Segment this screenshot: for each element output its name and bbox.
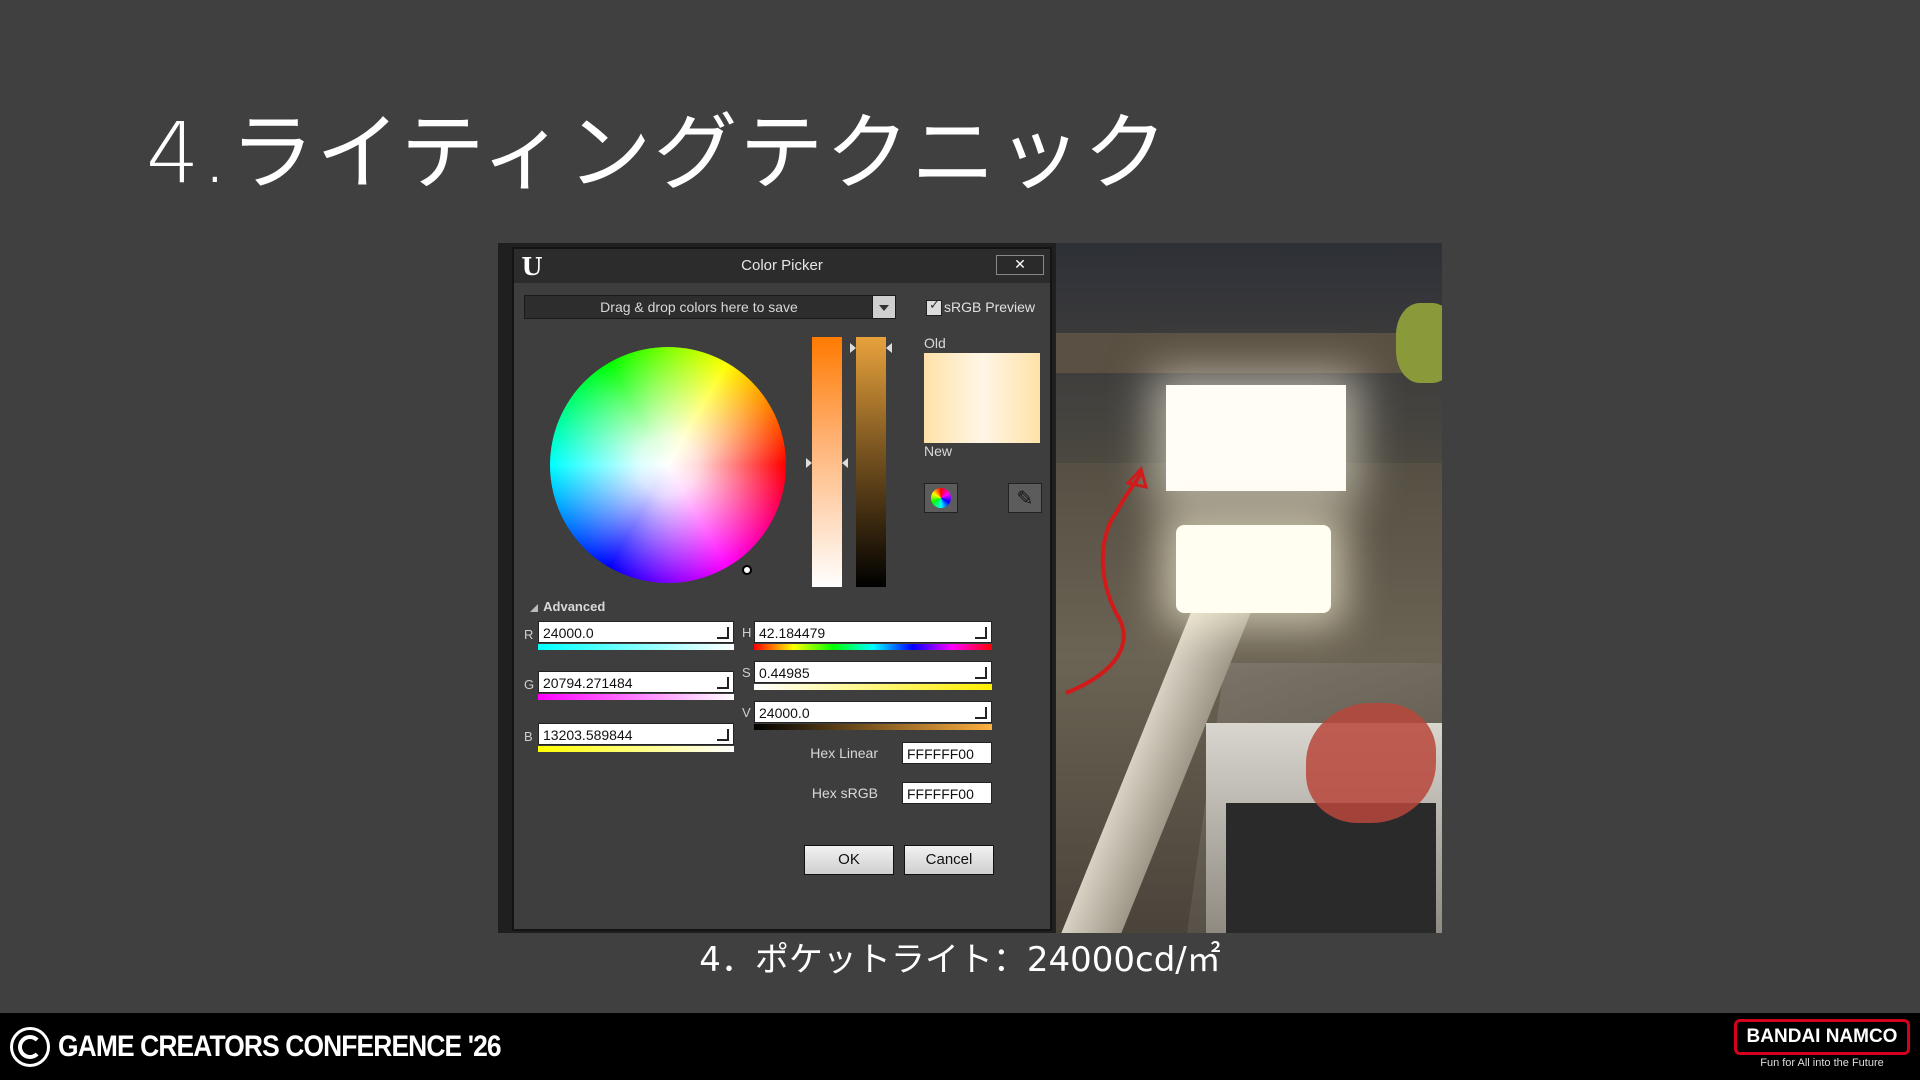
color-wheel[interactable] [550, 347, 786, 583]
s-channel-input[interactable]: 0.44985 [754, 661, 992, 683]
expand-icon[interactable] [717, 627, 729, 639]
b-channel-input[interactable]: 13203.589844 [538, 723, 734, 745]
saturation-slider[interactable] [812, 337, 842, 587]
checkbox-icon: ✓ [929, 298, 940, 313]
srgb-preview-checkbox[interactable]: ✓ [926, 298, 942, 316]
hex-srgb-label: Hex sRGB [811, 785, 878, 801]
color-wheel-icon [931, 488, 951, 508]
g-channel-value: 20794.271484 [543, 675, 633, 691]
eyedropper-icon: ✎ [1016, 486, 1034, 510]
b-channel-label: B [524, 729, 533, 744]
red-annotation-arrow [1065, 466, 1149, 695]
advanced-section-toggle[interactable]: Advanced [528, 599, 605, 614]
eyedropper-button[interactable]: ✎ [1008, 483, 1042, 513]
g-channel-input[interactable]: 20794.271484 [538, 671, 734, 693]
ok-button[interactable]: OK [804, 845, 894, 875]
h-channel-label: H [742, 625, 752, 640]
s-channel-value: 0.44985 [759, 665, 810, 681]
window-title: Color Picker [741, 257, 823, 274]
saturation-slider-handle[interactable] [806, 458, 812, 468]
brand-name: BANDAI NAMCO [1746, 1026, 1898, 1047]
hex-srgb-input[interactable]: FFFFFF00 [902, 782, 992, 804]
old-new-color-swatch [924, 353, 1040, 443]
value-slider-handle[interactable] [850, 343, 856, 353]
hex-linear-label: Hex Linear [810, 745, 878, 761]
pocket-light-photo [1056, 243, 1442, 933]
expand-icon[interactable] [717, 729, 729, 741]
hex-linear-input[interactable]: FFFFFF00 [902, 742, 992, 764]
r-channel-value: 24000.0 [543, 625, 594, 641]
g-channel-label: G [524, 677, 535, 692]
b-channel-value: 13203.589844 [543, 727, 633, 743]
slide-title: 4.ライティングテクニック [146, 104, 1170, 202]
h-channel-gradient[interactable] [754, 644, 992, 650]
chevron-down-icon [879, 305, 889, 311]
v-channel-label: V [742, 705, 751, 720]
brand-tagline: Fun for All into the Future [1760, 1057, 1884, 1069]
photo-pc-front [1226, 803, 1436, 933]
value-slider-handle-right[interactable] [886, 343, 892, 353]
v-channel-input[interactable]: 24000.0 [754, 701, 992, 723]
s-channel-gradient[interactable] [754, 684, 992, 690]
saturation-slider-handle-right[interactable] [842, 458, 848, 468]
conference-logo-icon [10, 1027, 50, 1067]
color-wheel-mode-button[interactable] [924, 483, 958, 513]
color-wheel-selector[interactable] [742, 565, 752, 575]
cancel-button[interactable]: Cancel [904, 845, 994, 875]
photo-mousepad [1306, 703, 1436, 823]
advanced-label: Advanced [543, 599, 606, 614]
close-icon[interactable]: ✕ [996, 255, 1044, 275]
r-channel-input[interactable]: 24000.0 [538, 621, 734, 643]
bandai-namco-logo: BANDAI NAMCO [1734, 1019, 1910, 1055]
v-channel-gradient[interactable] [754, 724, 992, 730]
h-channel-input[interactable]: 42.184479 [754, 621, 992, 643]
expand-icon[interactable] [975, 667, 987, 679]
s-channel-label: S [742, 665, 751, 680]
saved-colors-dropdown-button[interactable] [872, 295, 896, 319]
r-channel-gradient[interactable] [538, 644, 734, 650]
expand-icon[interactable] [975, 627, 987, 639]
r-channel-label: R [524, 627, 534, 642]
photo-cushion [1396, 303, 1442, 383]
new-color-label: New [924, 443, 953, 459]
old-color-label: Old [924, 335, 946, 351]
color-picker-window: U Color Picker ✕ Drag & drop colors here… [512, 247, 1052, 931]
b-channel-gradient[interactable] [538, 746, 734, 752]
photo-shelf [1056, 333, 1442, 373]
footer-bar: GAME CREATORS CONFERENCE '26 BANDAI NAMC… [0, 1013, 1920, 1080]
conference-name: GAME CREATORS CONFERENCE '26 [58, 1030, 502, 1063]
v-channel-value: 24000.0 [759, 705, 810, 721]
color-picker-dialog: U Color Picker ✕ Drag & drop colors here… [498, 243, 1056, 933]
slide-caption: 4．ポケットライト：24000cd/㎡ [699, 940, 1221, 980]
g-channel-gradient[interactable] [538, 694, 734, 700]
value-slider[interactable] [856, 337, 886, 587]
triangle-down-icon [530, 604, 538, 612]
title-bar[interactable]: U Color Picker ✕ [514, 249, 1050, 283]
h-channel-value: 42.184479 [759, 625, 826, 641]
expand-icon[interactable] [717, 677, 729, 689]
srgb-preview-label: sRGB Preview [944, 299, 1036, 315]
expand-icon[interactable] [975, 707, 987, 719]
conference-logo-mark [18, 1035, 42, 1059]
screenshot-composite: U Color Picker ✕ Drag & drop colors here… [498, 243, 1442, 933]
saved-colors-drop-area[interactable]: Drag & drop colors here to save [524, 295, 874, 319]
